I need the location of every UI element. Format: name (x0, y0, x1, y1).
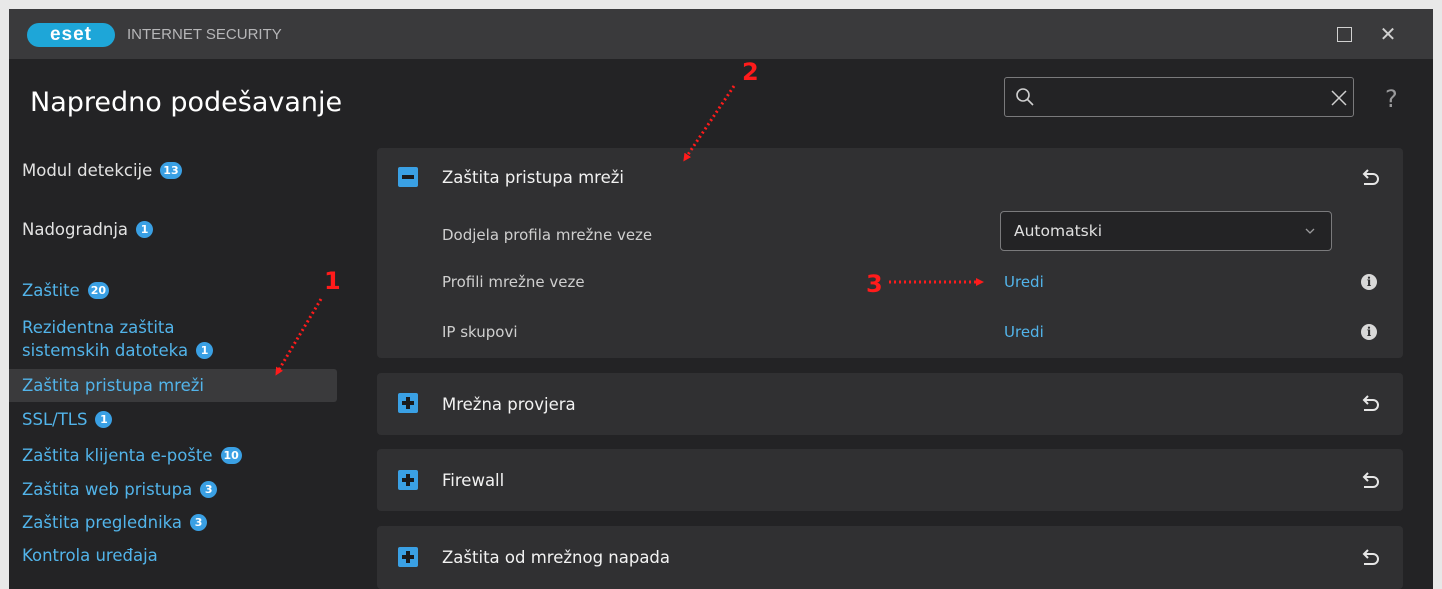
annotation-marker-1: 1 (324, 267, 341, 295)
annotation-marker-2: 2 (742, 58, 759, 86)
annotation-marker-3: 3 (866, 270, 883, 298)
app-window: eset INTERNET SECURITY ✕ Napredno podeša… (9, 9, 1433, 589)
arrow-1 (275, 298, 323, 376)
arrow-2 (683, 85, 736, 162)
annotation-arrows (275, 85, 984, 376)
